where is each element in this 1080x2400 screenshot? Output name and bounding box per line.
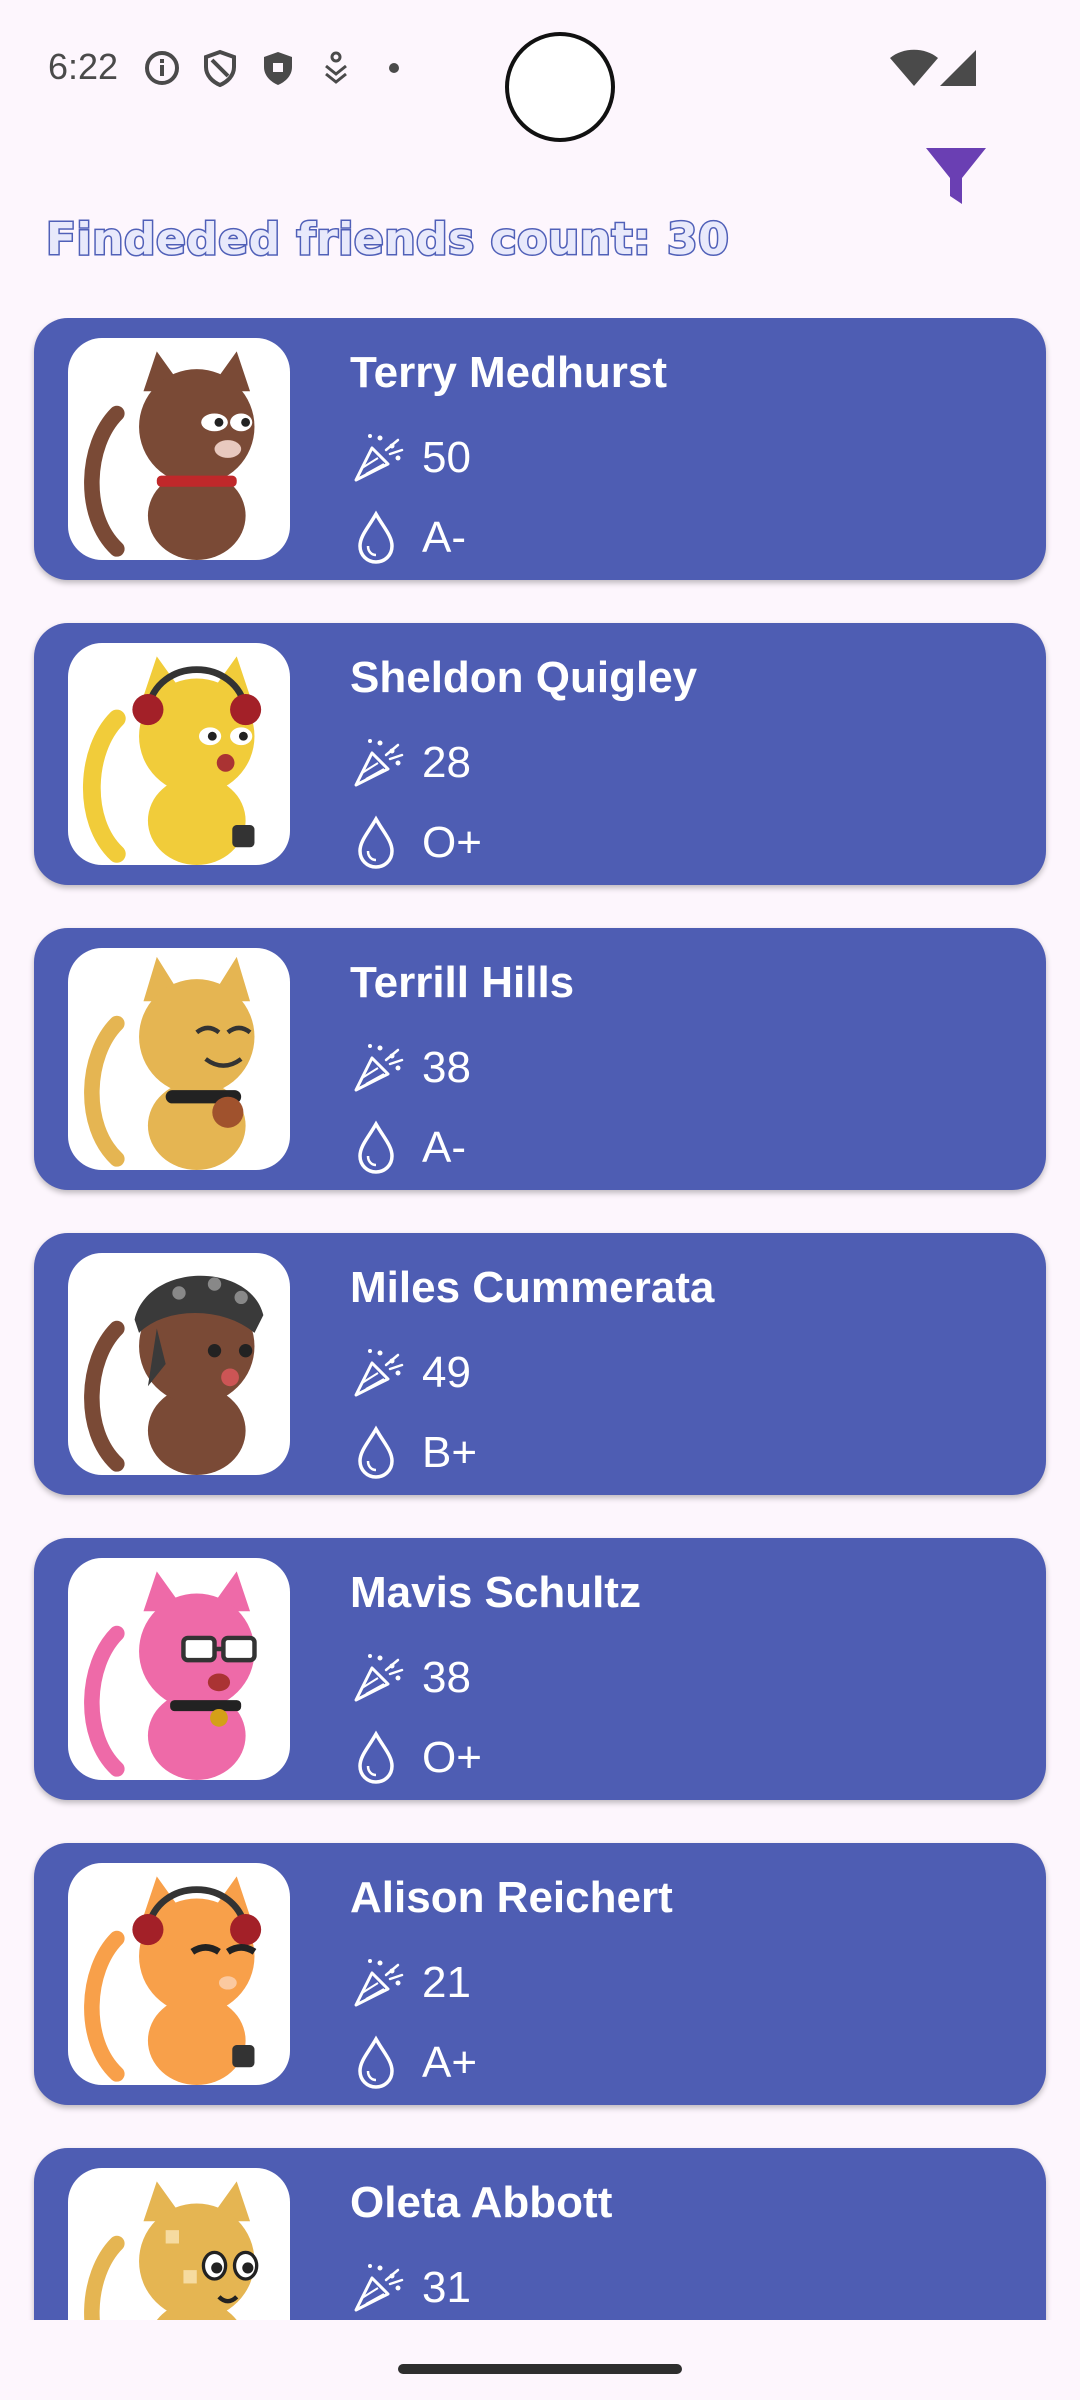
- status-time: 6:22: [48, 46, 119, 87]
- water-drop-icon: [358, 510, 394, 564]
- shield-filled-icon: [264, 52, 292, 85]
- party-popper-icon: [354, 739, 404, 787]
- wifi-icon: [890, 49, 938, 86]
- friend-age: 31: [422, 2263, 471, 2312]
- party-popper-icon: [354, 434, 404, 482]
- age-row: 38: [346, 1646, 471, 1710]
- gesture-nav-handle[interactable]: [398, 2364, 682, 2374]
- cat-avatar: [68, 2168, 290, 2320]
- friend-blood-group: O+: [422, 1733, 482, 1782]
- friend-blood-group: A+: [422, 2038, 478, 2087]
- friend-age: 21: [422, 1958, 471, 2007]
- cat-avatar: [68, 643, 290, 865]
- dot-icon: [389, 63, 399, 73]
- blood-row: A-: [346, 506, 466, 570]
- cat-avatar: [68, 338, 290, 560]
- blood-row: A-: [346, 1116, 466, 1180]
- filter-button[interactable]: [922, 140, 990, 212]
- friend-card[interactable]: Alison Reichert 21 A+: [34, 1843, 1046, 2105]
- camera-cutout: [505, 32, 615, 142]
- friend-age: 50: [422, 433, 471, 482]
- party-popper-icon: [354, 1959, 404, 2007]
- water-drop-icon: [358, 1120, 394, 1174]
- shield-icon: [204, 49, 236, 88]
- friend-blood-group: A-: [422, 1123, 466, 1172]
- friends-count-title: Findeded friends count: 30: [44, 213, 730, 267]
- friend-card[interactable]: Sheldon Quigley 28 O+: [34, 623, 1046, 885]
- party-popper-icon: [354, 1349, 404, 1397]
- friend-name: Oleta Abbott: [350, 2178, 613, 2227]
- water-drop-icon: [358, 1730, 394, 1784]
- blood-row: A+: [346, 2031, 477, 2095]
- friends-list[interactable]: Terry Medhurst 50 A- Sheldon Quigley 28 …: [0, 318, 1080, 2320]
- cat-avatar: [68, 948, 290, 1170]
- friend-name: Sheldon Quigley: [350, 653, 698, 702]
- info-icon: [145, 51, 179, 85]
- cat-avatar: [68, 1253, 290, 1475]
- friend-card[interactable]: Oleta Abbott 31: [34, 2148, 1046, 2320]
- friend-age: 38: [422, 1043, 471, 1092]
- blood-row: O+: [346, 1726, 482, 1790]
- age-row: 38: [346, 1036, 471, 1100]
- age-row: 21: [346, 1951, 471, 2015]
- water-drop-icon: [358, 2035, 394, 2089]
- friend-blood-group: B+: [422, 1428, 478, 1477]
- friend-name: Alison Reichert: [350, 1873, 673, 1922]
- age-row: 31: [346, 2256, 471, 2320]
- age-row: 50: [346, 426, 471, 490]
- friend-name: Terry Medhurst: [350, 348, 668, 397]
- blood-row: B+: [346, 1421, 477, 1485]
- friend-card[interactable]: Terrill Hills 38 A-: [34, 928, 1046, 1190]
- signal-icon: [940, 50, 976, 86]
- cat-avatar: [68, 1558, 290, 1780]
- blood-row: O+: [346, 811, 482, 875]
- party-popper-icon: [354, 2264, 404, 2312]
- friend-age: 28: [422, 738, 471, 787]
- party-popper-icon: [354, 1044, 404, 1092]
- download-icon: [325, 51, 347, 84]
- party-popper-icon: [354, 1654, 404, 1702]
- friend-age: 49: [422, 1348, 471, 1397]
- friend-blood-group: A-: [422, 513, 466, 562]
- friend-card[interactable]: Terry Medhurst 50 A-: [34, 318, 1046, 580]
- water-drop-icon: [358, 815, 394, 869]
- friend-name: Terrill Hills: [350, 958, 575, 1007]
- friend-name: Miles Cummerata: [350, 1263, 715, 1312]
- friend-blood-group: O+: [422, 818, 482, 867]
- filter-icon: [926, 148, 986, 204]
- age-row: 49: [346, 1341, 471, 1405]
- friend-card[interactable]: Miles Cummerata 49 B+: [34, 1233, 1046, 1495]
- water-drop-icon: [358, 1425, 394, 1479]
- friend-name: Mavis Schultz: [350, 1568, 641, 1617]
- status-bar: 6:22: [0, 0, 1080, 142]
- age-row: 28: [346, 731, 471, 795]
- friend-age: 38: [422, 1653, 471, 1702]
- friend-card[interactable]: Mavis Schultz 38 O+: [34, 1538, 1046, 1800]
- cat-avatar: [68, 1863, 290, 2085]
